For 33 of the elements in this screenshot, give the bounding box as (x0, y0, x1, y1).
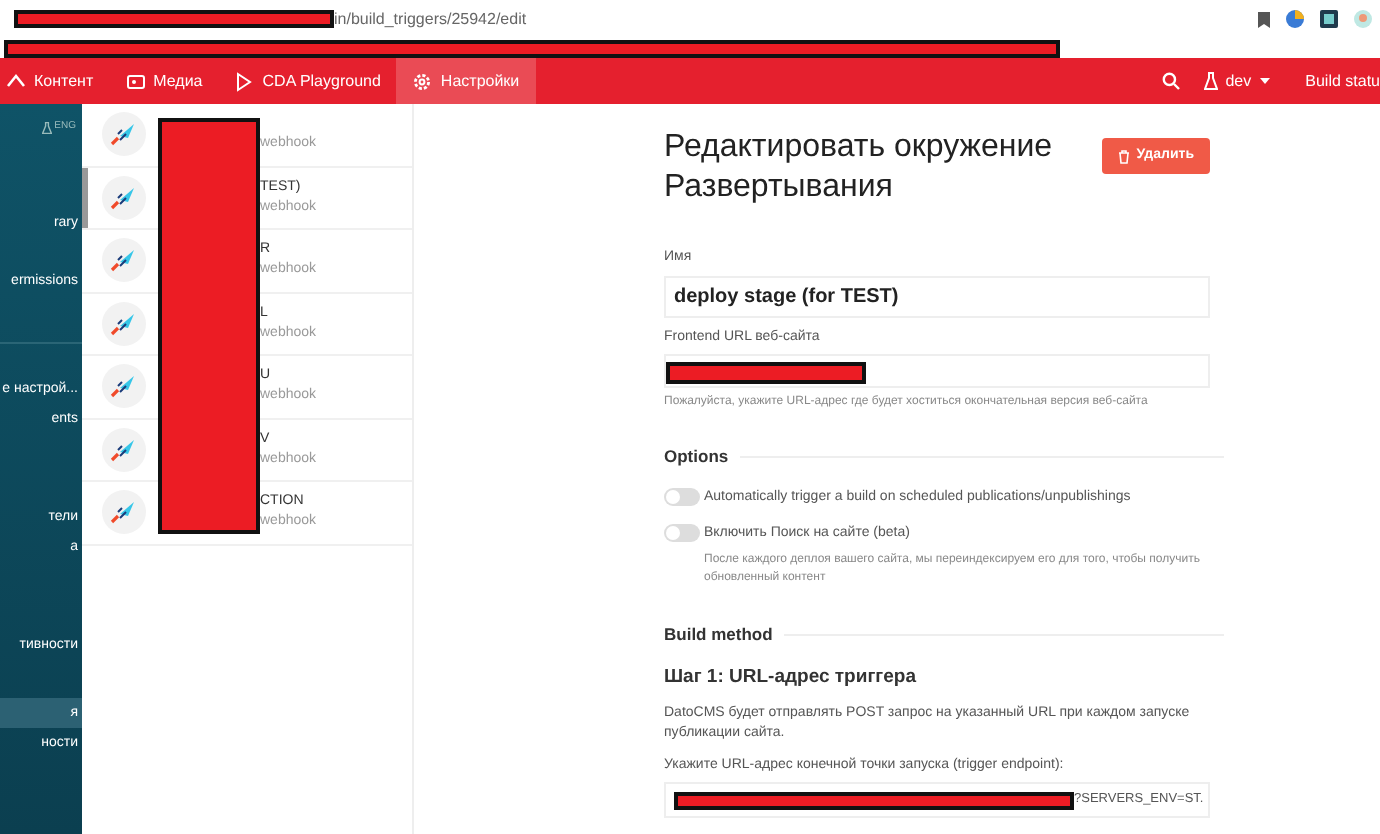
rocket-icon (110, 437, 138, 462)
rocket-icon (110, 500, 138, 525)
rocket-icon (110, 374, 138, 399)
section-heading: Options (664, 444, 729, 470)
search-icon[interactable] (1161, 72, 1180, 90)
address-text: in/build_triggers/25942/edit (334, 7, 527, 31)
trash-icon (1118, 149, 1131, 163)
nav-tab[interactable]: CDA Playground (218, 58, 397, 104)
flask-icon (42, 122, 53, 134)
environment-menu[interactable]: dev (1195, 58, 1278, 104)
name-field[interactable]: deploy stage (for TEST) (664, 275, 1210, 317)
rocket-icon (110, 122, 138, 147)
gear-icon (412, 71, 433, 91)
rocket-icon (110, 248, 138, 273)
toggle-switch[interactable] (664, 524, 700, 543)
build-status-button[interactable]: Build statu (1277, 58, 1380, 104)
extension-icon[interactable] (1286, 10, 1304, 28)
page-title: Редактировать окружение Развертывания (664, 128, 1055, 208)
caret-icon (1259, 78, 1270, 84)
image-icon (125, 71, 146, 91)
step-title: Шаг 1: URL-адрес триггера (664, 663, 919, 691)
bookmark-icon[interactable] (1258, 11, 1270, 27)
caret-up-icon (6, 71, 26, 91)
section-heading: Build method (664, 621, 773, 647)
url-field[interactable] (664, 354, 1210, 388)
nav-tab[interactable]: Контент (0, 58, 110, 104)
nav-tab[interactable]: Настройки (396, 58, 536, 104)
toggle-switch[interactable] (664, 487, 700, 506)
flask-icon (1203, 72, 1218, 90)
rocket-icon (110, 311, 138, 336)
nav-tab[interactable]: Медиа (109, 58, 219, 104)
play-icon (234, 71, 255, 91)
rocket-icon (110, 185, 138, 210)
